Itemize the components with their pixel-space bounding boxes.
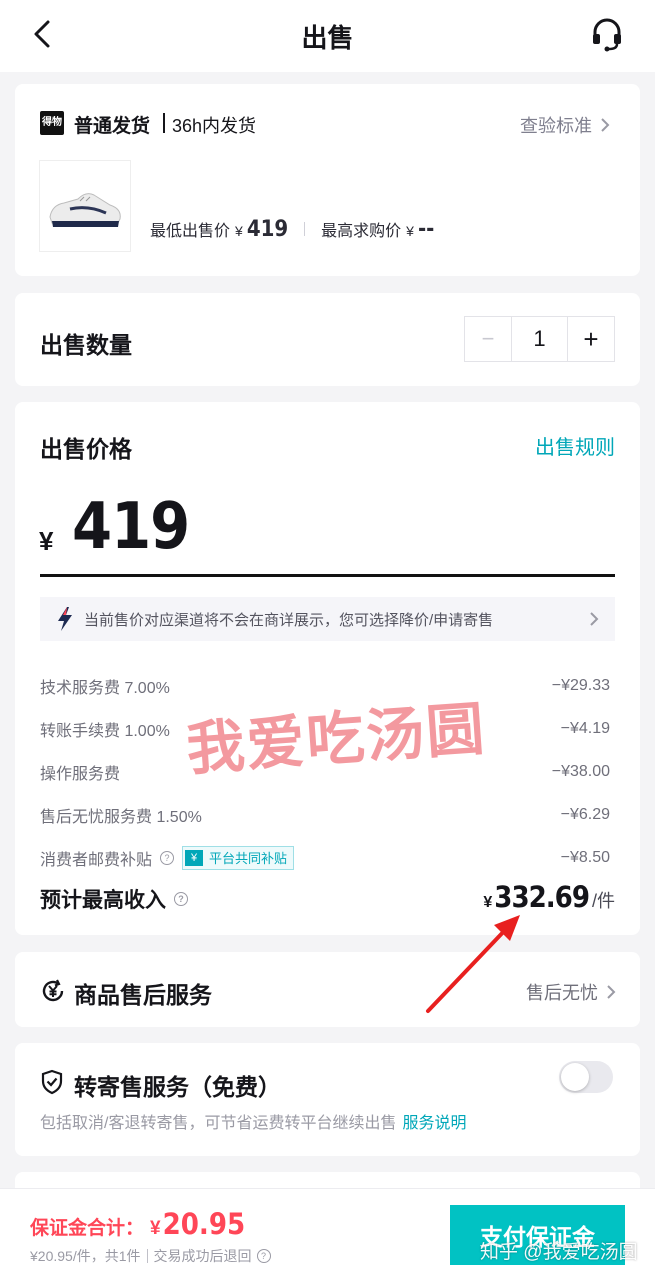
deposit-detail: ¥20.95/件，共1件 [30,1248,141,1264]
lowest-price-value: 419 [246,217,289,242]
fee-amount: −¥29.33 [551,676,610,694]
help-icon[interactable]: ? [160,850,175,865]
consignment-label: 转寄售服务（免费） [74,1074,281,1100]
chevron-right-icon [590,612,599,626]
quantity-stepper: − 1 + [464,316,615,362]
fee-amount: −¥38.00 [551,762,610,780]
fee-label: 操作服务费 [40,765,121,783]
after-sale-service-label: 商品售后服务 [74,982,212,1008]
product-image[interactable] [39,160,131,252]
fee-row: 消费者邮费补贴 ? ¥ 平台共同补贴 −¥8.50 [40,836,610,879]
inspect-standard-link[interactable]: 查验标准 [520,112,610,138]
shield-check-icon [41,1069,63,1095]
chevron-right-icon [601,118,610,132]
fee-amount: −¥8.50 [560,848,610,866]
page-title: 出售 [301,23,354,53]
yen-refresh-icon [42,979,64,1002]
ship-time: 36h内发货 [172,116,257,136]
consignment-description-group: 包括取消/客退转寄售，可节省运费转平台继续出售 服务说明 [40,1109,466,1133]
after-sale-service-value: 售后无忧 [526,979,616,1005]
help-icon[interactable]: ? [174,892,188,906]
bottom-bar: 保证金合计： ¥ 20.95 ¥20.95/件，共1件 交易成功后退回 ? 支付… [0,1188,655,1280]
consignment-card: 转寄售服务（免费） 包括取消/客退转寄售，可节省运费转平台继续出售 服务说明 [15,1043,640,1156]
income-unit: /件 [591,891,615,911]
toggle-knob [561,1063,589,1091]
quantity-label: 出售数量 [40,332,132,358]
brand-logo: 得物 [40,111,64,135]
price-input-underline [40,574,615,577]
fee-amount: −¥6.29 [560,805,610,823]
estimated-income-label-group: 预计最高收入 ? [40,884,188,914]
fee-label: 转账手续费 1.00% [40,722,170,740]
inspect-standard-label: 查验标准 [520,116,592,136]
lightning-icon [58,607,72,631]
sneaker-image [49,193,121,227]
subsidy-tag-label: 平台共同补贴 [209,851,288,866]
fee-amount: −¥4.19 [560,719,610,737]
price-currency: ¥ [39,526,54,556]
lowest-price-label: 最低出售价 [150,223,231,240]
ship-type: 普通发货 [74,116,151,137]
sale-rules-link[interactable]: 出售规则 [535,431,615,460]
fee-label: 售后无忧服务费 1.50% [40,808,202,826]
product-card: 得物 普通发货 36h内发货 查验标准 最低出售价 ¥ 419 最高求购价 ¥ … [15,84,640,276]
fee-label: 消费者邮费补贴 [40,851,153,869]
subsidy-tag: ¥ 平台共同补贴 [182,845,295,870]
after-sale-service-option: 售后无忧 [526,983,598,1003]
fee-label-group: 消费者邮费补贴 ? ¥ 平台共同补贴 [40,845,295,870]
ship-divider [163,113,165,133]
yen-icon: ¥ [185,849,204,866]
deposit-detail-group: ¥20.95/件，共1件 交易成功后退回 ? [30,1246,271,1266]
refund-note: 交易成功后退回 [153,1248,252,1264]
highest-bid-label: 最高求购价 [321,223,402,240]
consignment-toggle[interactable] [559,1061,613,1093]
deposit-currency: ¥ [150,1218,161,1239]
highest-bid-currency: ¥ [406,223,414,239]
lowest-price-currency: ¥ [235,223,243,239]
price-card: 出售价格 出售规则 ¥ 419 当前售价对应渠道将不会在商详展示，您可选择降价/… [15,402,640,935]
fee-label: 技术服务费 7.00% [40,679,170,697]
quantity-card: 出售数量 − 1 + [15,293,640,386]
highest-bid-value: -- [417,217,435,242]
red-arrow-annotation [426,915,520,1013]
quantity-plus-button[interactable]: + [568,317,614,361]
service-description-link[interactable]: 服务说明 [402,1115,466,1132]
quantity-minus-button[interactable]: − [465,317,511,361]
price-input[interactable]: 419 [72,490,190,564]
deposit-label: 保证金合计： [30,1218,145,1239]
price-notice-bar[interactable]: 当前售价对应渠道将不会在商详展示，您可选择降价/申请寄售 [40,597,615,641]
consignment-description: 包括取消/客退转寄售，可节省运费转平台继续出售 [40,1115,397,1132]
fee-row: 售后无忧服务费 1.50% −¥6.29 [40,793,610,836]
customer-service-icon[interactable] [589,16,625,52]
deposit-value: 20.95 [162,1207,246,1241]
corner-watermark: 知乎 @我爱吃汤圆 [480,1242,638,1263]
quantity-value[interactable]: 1 [511,317,568,361]
after-sale-service-card[interactable]: 商品售后服务 售后无忧 [15,952,640,1027]
help-icon[interactable]: ? [256,1249,271,1263]
deposit-detail-divider [146,1249,148,1263]
deposit-total: 保证金合计： ¥ 20.95 [30,1207,245,1241]
price-stats: 最低出售价 ¥ 419 最高求购价 ¥ -- [150,217,434,242]
chevron-right-icon [607,985,616,999]
price-label: 出售价格 [40,436,132,462]
nav-bar: 出售 [0,0,655,72]
estimated-income-label: 预计最高收入 [40,889,166,912]
price-stats-divider [304,222,306,236]
price-notice-text: 当前售价对应渠道将不会在商详展示，您可选择降价/申请寄售 [84,611,494,629]
